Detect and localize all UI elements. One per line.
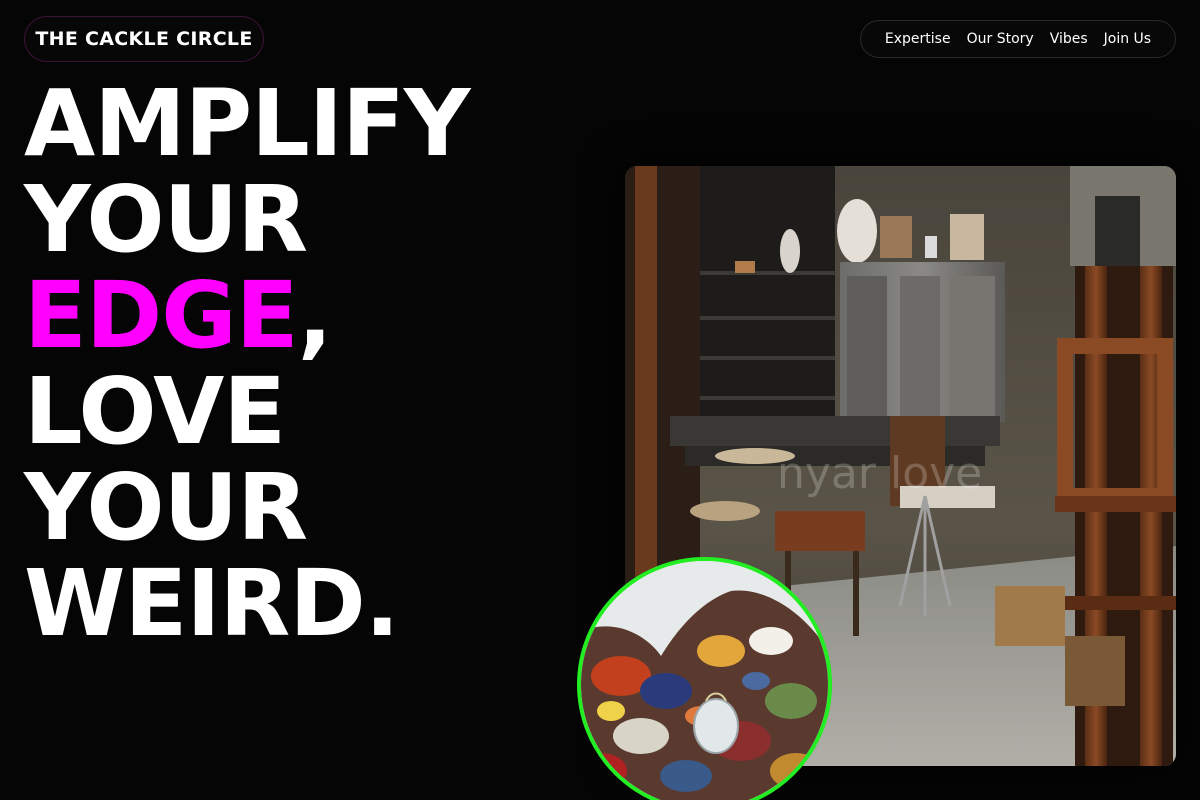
nav-link-expertise[interactable]: Expertise (885, 31, 951, 47)
headline-line-4: LOVE (24, 358, 286, 465)
studio-watermark-text: nyar love (777, 448, 983, 499)
paint-palette-photo (577, 557, 832, 800)
hero-headline: AMPLIFY YOUR EDGE, LOVE YOUR WEIRD. (24, 76, 470, 652)
headline-line-2: YOUR (24, 166, 308, 273)
headline-comma: , (297, 262, 333, 369)
headline-line-6: WEIRD. (24, 550, 400, 657)
main-nav: Expertise Our Story Vibes Join Us (860, 20, 1176, 58)
nav-link-join-us[interactable]: Join Us (1104, 31, 1151, 47)
headline-line-3: EDGE, (24, 268, 470, 364)
paint-palette-illustration (581, 561, 828, 800)
landing-page: THE CACKLE CIRCLE Expertise Our Story Vi… (0, 0, 1200, 800)
headline-line-5: YOUR (24, 454, 308, 561)
site-logo[interactable]: THE CACKLE CIRCLE (24, 16, 264, 62)
nav-link-vibes[interactable]: Vibes (1050, 31, 1088, 47)
headline-accent-word: EDGE (24, 262, 299, 369)
headline-line-1: AMPLIFY (24, 70, 470, 177)
nav-link-our-story[interactable]: Our Story (967, 31, 1034, 47)
